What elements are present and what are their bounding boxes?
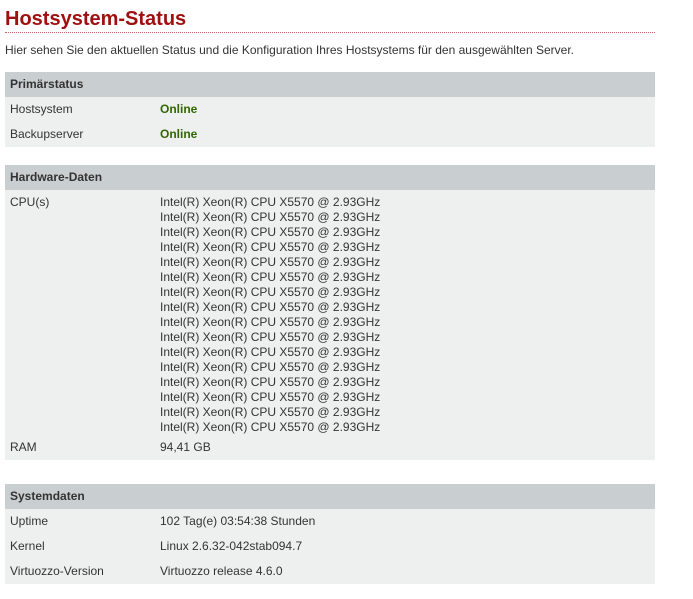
page-intro: Hier sehen Sie den aktuellen Status und …: [5, 43, 574, 57]
system-value: Linux 2.6.32-042stab094.7: [160, 539, 303, 553]
cpu-item: Intel(R) Xeon(R) CPU X5570 @ 2.93GHz: [160, 405, 381, 419]
cpu-item: Intel(R) Xeon(R) CPU X5570 @ 2.93GHz: [160, 240, 381, 254]
status-row-hostsystem: Hostsystem Online: [5, 97, 655, 122]
cpu-item: Intel(R) Xeon(R) CPU X5570 @ 2.93GHz: [160, 390, 381, 404]
system-header: Systemdaten: [5, 484, 655, 509]
page-title: Hostsystem-Status: [5, 8, 187, 30]
cpu-item: Intel(R) Xeon(R) CPU X5570 @ 2.93GHz: [160, 315, 381, 329]
system-label: Uptime: [10, 514, 49, 528]
primary-status-section: Primärstatus Hostsystem Online Backupser…: [5, 72, 655, 147]
cpu-item: Intel(R) Xeon(R) CPU X5570 @ 2.93GHz: [160, 225, 381, 239]
cpu-item: Intel(R) Xeon(R) CPU X5570 @ 2.93GHz: [160, 375, 381, 389]
status-label: Backupserver: [10, 127, 84, 141]
status-value: Online: [160, 102, 198, 116]
system-label: Virtuozzo-Version: [10, 564, 104, 578]
cpu-item: Intel(R) Xeon(R) CPU X5570 @ 2.93GHz: [160, 255, 381, 269]
system-value: Virtuozzo release 4.6.0: [160, 564, 283, 578]
cpu-item: Intel(R) Xeon(R) CPU X5570 @ 2.93GHz: [160, 330, 381, 344]
cpu-list: Intel(R) Xeon(R) CPU X5570 @ 2.93GHz Int…: [160, 195, 380, 435]
cpu-item: Intel(R) Xeon(R) CPU X5570 @ 2.93GHz: [160, 420, 381, 434]
cpu-label: CPU(s): [10, 195, 50, 209]
primary-status-header: Primärstatus: [5, 72, 655, 97]
status-value: Online: [160, 127, 198, 141]
ram-label: RAM: [10, 440, 37, 454]
cpu-item: Intel(R) Xeon(R) CPU X5570 @ 2.93GHz: [160, 285, 381, 299]
system-section: Systemdaten Uptime 102 Tag(e) 03:54:38 S…: [5, 484, 655, 584]
cpu-item: Intel(R) Xeon(R) CPU X5570 @ 2.93GHz: [160, 345, 381, 359]
system-row-virtuozzo-version: Virtuozzo-Version Virtuozzo release 4.6.…: [5, 559, 655, 584]
hardware-section: Hardware-Daten CPU(s) Intel(R) Xeon(R) C…: [5, 165, 655, 460]
system-value: 102 Tag(e) 03:54:38 Stunden: [160, 514, 316, 528]
ram-row: RAM 94,41 GB: [5, 435, 655, 460]
cpu-item: Intel(R) Xeon(R) CPU X5570 @ 2.93GHz: [160, 210, 381, 224]
system-row-uptime: Uptime 102 Tag(e) 03:54:38 Stunden: [5, 509, 655, 534]
hardware-header: Hardware-Daten: [5, 165, 655, 190]
cpu-item: Intel(R) Xeon(R) CPU X5570 @ 2.93GHz: [160, 270, 381, 284]
cpu-item: Intel(R) Xeon(R) CPU X5570 @ 2.93GHz: [160, 360, 381, 374]
title-divider: [5, 32, 655, 33]
cpu-row: CPU(s) Intel(R) Xeon(R) CPU X5570 @ 2.93…: [5, 190, 655, 435]
system-row-kernel: Kernel Linux 2.6.32-042stab094.7: [5, 534, 655, 559]
cpu-item: Intel(R) Xeon(R) CPU X5570 @ 2.93GHz: [160, 300, 381, 314]
status-label: Hostsystem: [10, 102, 73, 116]
ram-value: 94,41 GB: [160, 440, 211, 454]
cpu-item: Intel(R) Xeon(R) CPU X5570 @ 2.93GHz: [160, 195, 381, 209]
system-label: Kernel: [10, 539, 45, 553]
hostsystem-status-page: Hostsystem-Status Hier sehen Sie den akt…: [0, 0, 693, 599]
status-row-backupserver: Backupserver Online: [5, 122, 655, 147]
